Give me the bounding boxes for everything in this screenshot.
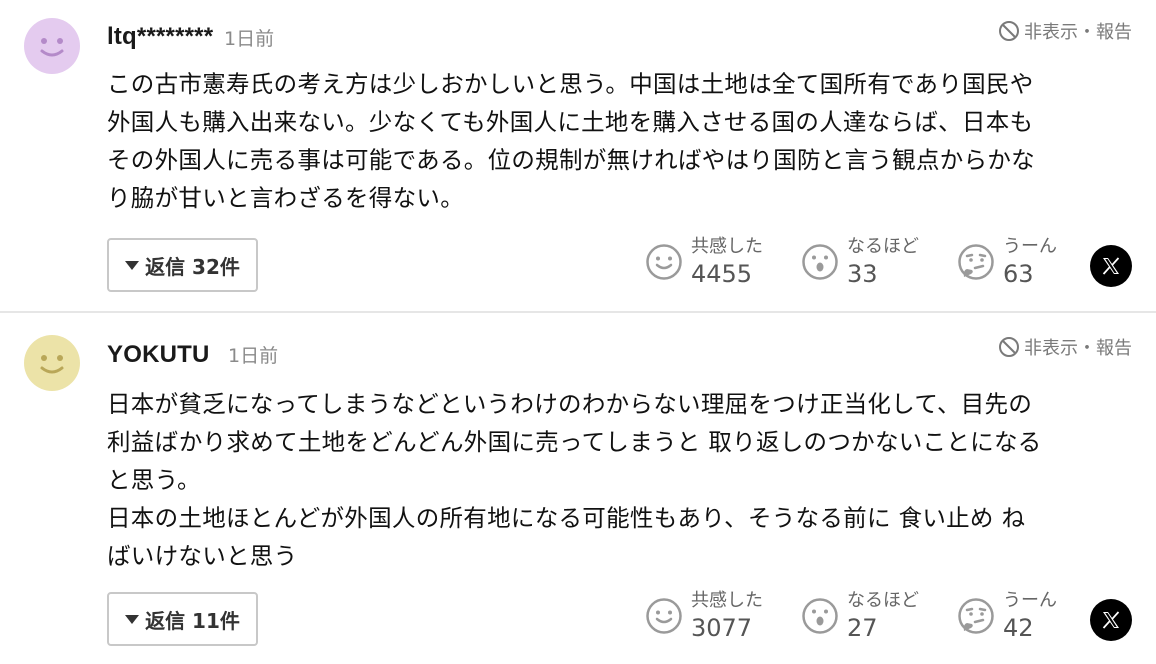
x-logo-icon bbox=[1102, 257, 1120, 275]
hide-report-link[interactable]: 非表示・報告 bbox=[998, 334, 1132, 360]
reaction-insight-button[interactable]: なるほど 27 bbox=[801, 592, 919, 640]
reaction-empathy-button[interactable]: 共感した 4455 bbox=[645, 238, 763, 286]
reaction-label: 共感した bbox=[691, 236, 763, 257]
reply-count-label: 返信 11件 bbox=[145, 608, 240, 633]
share-x-button[interactable] bbox=[1090, 245, 1132, 287]
hide-report-link[interactable]: 非表示・報告 bbox=[998, 18, 1132, 44]
share-x-button[interactable] bbox=[1090, 599, 1132, 641]
reaction-count: 33 bbox=[847, 260, 878, 288]
hide-report-label: 非表示・報告 bbox=[1024, 338, 1132, 359]
triangle-down-icon bbox=[125, 614, 140, 624]
surprised-face-icon bbox=[802, 598, 838, 634]
reaction-insight-button[interactable]: なるほど 33 bbox=[801, 238, 919, 286]
reaction-label: うーん bbox=[1003, 590, 1057, 611]
user-avatar[interactable] bbox=[24, 335, 80, 391]
user-avatar[interactable] bbox=[24, 18, 80, 74]
hide-report-label: 非表示・報告 bbox=[1024, 22, 1132, 43]
reaction-hmm-button[interactable]: うーん 42 bbox=[957, 592, 1057, 640]
reaction-count: 3077 bbox=[691, 614, 753, 642]
triangle-down-icon bbox=[125, 260, 140, 270]
reaction-label: なるほど bbox=[847, 236, 919, 257]
reaction-count: 42 bbox=[1003, 614, 1034, 642]
comment-timestamp: 1日前 bbox=[228, 345, 279, 367]
thinking-face-icon bbox=[958, 244, 994, 280]
comment-timestamp: 1日前 bbox=[224, 28, 275, 50]
reaction-count: 63 bbox=[1003, 260, 1034, 288]
reaction-count: 4455 bbox=[691, 260, 753, 288]
reply-count-label: 返信 32件 bbox=[145, 254, 240, 279]
x-logo-icon bbox=[1102, 611, 1120, 629]
reaction-label: 共感した bbox=[691, 590, 763, 611]
thinking-face-icon bbox=[958, 598, 994, 634]
reply-toggle-button[interactable]: 返信 11件 bbox=[107, 592, 258, 646]
surprised-face-icon bbox=[802, 244, 838, 280]
comment-body: 日本が貧乏になってしまうなどというわけのわからない理屈をつけ正当化して、目先の … bbox=[107, 390, 1042, 570]
reaction-count: 27 bbox=[847, 614, 878, 642]
reaction-empathy-button[interactable]: 共感した 3077 bbox=[645, 592, 763, 640]
comment-item: ltq******** 1日前 非表示・報告 この古市憲寿氏の考え方は少しおかし… bbox=[0, 0, 1156, 313]
comment-item: YOKUTU 1日前 非表示・報告 日本が貧乏になってしまうなどというわけのわか… bbox=[0, 313, 1156, 662]
comment-username[interactable]: YOKUTU bbox=[107, 341, 210, 369]
smile-face-icon bbox=[646, 598, 682, 634]
reply-toggle-button[interactable]: 返信 32件 bbox=[107, 238, 258, 292]
reaction-label: うーん bbox=[1003, 236, 1057, 257]
smile-face-icon bbox=[646, 244, 682, 280]
comment-body: この古市憲寿氏の考え方は少しおかしいと思う。中国は土地は全て国所有であり国民や … bbox=[107, 70, 1035, 212]
reaction-hmm-button[interactable]: うーん 63 bbox=[957, 238, 1057, 286]
ban-icon bbox=[999, 21, 1019, 41]
comment-username[interactable]: ltq******** bbox=[107, 23, 213, 51]
reaction-label: なるほど bbox=[847, 590, 919, 611]
ban-icon bbox=[999, 337, 1019, 357]
